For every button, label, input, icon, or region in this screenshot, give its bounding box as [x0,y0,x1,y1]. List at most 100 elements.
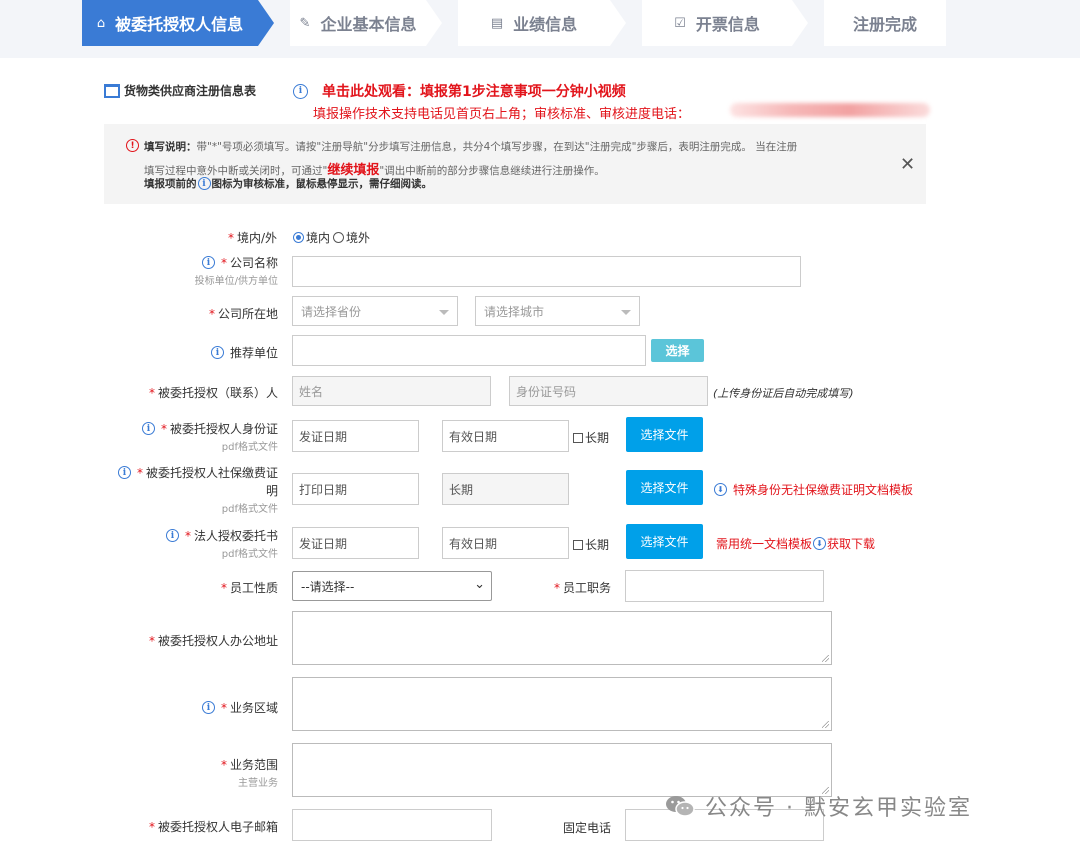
business-area-textarea[interactable] [292,677,832,731]
watermark-text: 公众号 · 默安玄甲实验室 [705,796,972,821]
select-recommender-button[interactable]: 选择 [651,339,704,362]
staff-type-select[interactable]: --请选择-- ⌄ [292,571,492,601]
step-separator [808,0,824,46]
contact-label: * 被委托授权（联系）人 [148,386,278,400]
domestic-option: 境内 [306,231,331,245]
step-arrow [610,0,626,46]
social-security-label: i * 被委托授权人社保缴费证 [117,464,278,481]
foreign-radio[interactable] [333,232,345,243]
instructions-line-3: 填报项前的 i 图标为审核标准，鼠标悬停显示，需仔细阅读。 [144,176,432,191]
company-name-input[interactable] [292,256,801,287]
close-icon[interactable]: ✕ [900,154,915,175]
step-arrow [258,0,274,46]
staff-title-input[interactable] [625,570,824,602]
instructions-text: 带"*"号项必须填写。请按"注册导航"分步填写注册信息，共分4个填写步骤，在到达… [196,141,798,153]
staff-type-label: * 员工性质 [220,581,278,595]
company-name-sub: 投标单位/供方单位 [194,276,278,287]
form-title: 货物类供应商注册信息表 [104,82,256,99]
resize-handle[interactable] [822,655,829,662]
lock-icon: ⌂ [96,15,106,31]
domestic-label: * 境内/外 [227,231,277,245]
pdf-format-sub: pdf格式文件 [221,504,278,515]
instructions-text: 图标为审核标准，鼠标悬停显示，需仔细阅读。 [211,178,433,190]
step-authorized-person[interactable]: ⌂ 被委托授权人信息 [82,0,258,46]
business-area-label: i * 业务区域 [201,699,278,716]
social-choose-file-button[interactable]: 选择文件 [626,470,703,505]
city-select[interactable]: 请选择城市 [475,296,640,326]
auth-issue-date-input[interactable]: 发证日期 [292,527,419,559]
social-security-label-cont: 明 [265,484,278,498]
pdf-format-sub: pdf格式文件 [221,442,278,453]
card-icon: ▤ [490,15,504,31]
recommender-label: i 推荐单位 [210,344,278,361]
info-icon[interactable]: i [201,256,215,269]
auth-template-download-link[interactable]: 获取下载 [827,535,875,552]
id-long-term-checkbox[interactable]: 长期 [573,429,609,446]
support-phone-text: 填报操作技术支持电话见首页右上角；审核标准、审核进度电话： [313,107,691,122]
step-label: 注册完成 [852,15,917,34]
edit-icon: ✎ [299,15,311,31]
step-label: 企业基本信息 [320,15,417,34]
info-icon: i [197,177,211,190]
domestic-radio[interactable] [293,232,304,243]
contact-name-input[interactable]: 姓名 [292,376,491,406]
province-select[interactable]: 请选择省份 [292,296,458,326]
office-address-label: * 被委托授权人办公地址 [148,634,278,648]
phone-label: 固定电话 [562,821,611,835]
step-invoice[interactable]: ☑ 开票信息 [642,0,792,46]
step-label: 开票信息 [695,15,760,34]
resize-handle[interactable] [822,721,829,728]
step-separator [442,0,458,46]
step-label: 被委托授权人信息 [115,15,244,34]
pdf-format-sub: pdf格式文件 [221,549,278,560]
domestic-radio-group: 境内 境外 [293,229,370,246]
step-complete[interactable]: 注册完成 [824,0,946,46]
contact-id-input[interactable]: 身份证号码 [509,376,708,406]
info-icon[interactable]: i [165,529,179,542]
step-performance[interactable]: ▤ 业绩信息 [458,0,610,46]
id-choose-file-button[interactable]: 选择文件 [626,417,703,452]
social-print-date-input[interactable]: 打印日期 [292,473,419,505]
info-icon[interactable]: i [210,346,224,359]
instructions-line-1: 填写说明：带"*"号项必须填写。请按"注册导航"分步填写注册信息，共分4个填写步… [144,139,797,154]
auth-letter-label: i * 法人授权委托书 [165,527,278,544]
step-navigation: ⌂ 被委托授权人信息 ✎ 企业基本信息 ▤ 业绩信息 ☑ 开票信息 注册完成 [0,0,1080,58]
info-icon: i [293,83,308,99]
info-icon[interactable]: i [201,701,215,714]
business-scope-label: * 业务范围 [220,758,278,772]
step-separator [626,0,642,46]
foreign-option: 境外 [346,231,371,245]
caret-down-icon [439,310,449,315]
step-company-info[interactable]: ✎ 企业基本信息 [290,0,426,46]
business-scope-sub: 主营业务 [238,778,278,789]
video-link[interactable]: 单击此处观看：填报第1步注意事项一分钟小视频 [322,81,626,101]
instructions-heading: 填写说明： [144,141,197,153]
instructions-panel: ! 填写说明：带"*"号项必须填写。请按"注册导航"分步填写注册信息，共分4个填… [104,124,926,204]
warning-icon: ! [126,139,139,152]
recommender-input[interactable] [292,335,646,366]
id-issue-date-input[interactable]: 发证日期 [292,420,419,452]
checkbox[interactable] [573,432,583,443]
email-label: * 被委托授权人电子邮箱 [148,820,278,834]
checkbox[interactable] [573,539,583,550]
contact-hint: (上传身份证后自动完成填写) [713,387,854,400]
cloud-download-icon: ⬇ [813,537,827,550]
location-label: * 公司所在地 [208,307,278,321]
auth-choose-file-button[interactable]: 选择文件 [626,524,703,559]
form-title-text: 货物类供应商注册信息表 [124,84,257,98]
auth-valid-date-input[interactable]: 有效日期 [442,527,569,559]
redacted-phone [730,103,930,117]
info-icon[interactable]: i [141,422,155,435]
business-scope-textarea[interactable] [292,743,832,797]
step-separator [274,0,290,46]
caret-down-icon [621,310,631,315]
office-address-textarea[interactable] [292,611,832,665]
step-arrow [426,0,442,46]
staff-title-label: * 员工职务 [553,581,611,595]
info-icon[interactable]: i [117,466,131,479]
email-input[interactable] [292,809,492,841]
id-valid-date-input[interactable]: 有效日期 [442,420,569,452]
auth-long-term-checkbox[interactable]: 长期 [573,536,609,553]
chevron-down-icon: ⌄ [474,577,485,592]
social-template-link[interactable]: ⬇ 特殊身份无社保缴费证明文档模板 [714,481,913,498]
